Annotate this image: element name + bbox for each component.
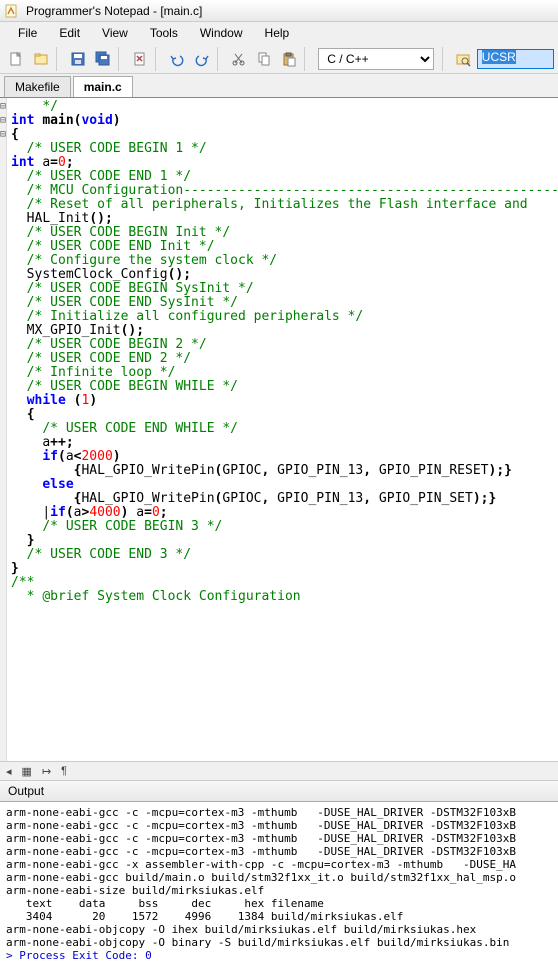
code-line[interactable]: /* USER CODE BEGIN Init */ [11,226,558,240]
copy-button[interactable] [252,47,275,71]
menu-tools[interactable]: Tools [140,24,188,42]
output-line: arm-none-eabi-gcc -c -mcpu=cortex-m3 -mt… [6,819,552,832]
menu-view[interactable]: View [92,24,138,42]
code-line[interactable]: else [11,478,558,492]
code-line[interactable]: int main(void) [11,114,558,128]
redo-button[interactable] [190,47,213,71]
window-title: Programmer's Notepad - [main.c] [26,4,202,18]
code-line[interactable]: */ [11,100,558,114]
code-line[interactable]: MX_GPIO_Init(); [11,324,558,338]
cut-button[interactable] [227,47,250,71]
code-line[interactable]: SystemClock_Config(); [11,268,558,282]
menu-help[interactable]: Help [255,24,300,42]
separator [155,47,161,71]
code-line[interactable]: { [11,408,558,422]
fold-gutter[interactable]: ⊟⊟⊟ [0,98,7,761]
code-line[interactable]: /* USER CODE END 2 */ [11,352,558,366]
save-all-button[interactable] [91,47,114,71]
language-select[interactable]: C / C++ [318,48,434,70]
save-button[interactable] [66,47,89,71]
code-line[interactable]: } [11,562,558,576]
toolbar: C / C++ UCSR [0,44,558,74]
output-panel[interactable]: arm-none-eabi-gcc -c -mcpu=cortex-m3 -mt… [0,802,558,962]
output-line: arm-none-eabi-gcc build/main.o build/stm… [6,871,552,884]
code-line[interactable]: /* USER CODE END WHILE */ [11,422,558,436]
fold-marker[interactable]: ⊟ [0,114,6,128]
undo-button[interactable] [165,47,188,71]
code-line[interactable]: {HAL_GPIO_WritePin(GPIOC, GPIO_PIN_13, G… [11,492,558,506]
code-line[interactable]: /* USER CODE BEGIN 2 */ [11,338,558,352]
editor-statusbar: ◂ ▦ ↦ ¶ [0,761,558,781]
code-line[interactable]: a++; [11,436,558,450]
new-project-button[interactable] [29,47,52,71]
titlebar: Programmer's Notepad - [main.c] [0,0,558,22]
separator [442,47,448,71]
separator [304,47,310,71]
editor[interactable]: ⊟⊟⊟ */int main(void){ /* USER CODE BEGIN… [0,98,558,761]
code-line[interactable]: /* USER CODE END SysInit */ [11,296,558,310]
fold-marker[interactable]: ⊟ [0,128,6,142]
output-line: arm-none-eabi-size build/mirksiukas.elf [6,884,552,897]
output-line: arm-none-eabi-gcc -x assembler-with-cpp … [6,858,552,871]
code-line[interactable]: int a=0; [11,156,558,170]
separator [56,47,62,71]
code-line[interactable]: } [11,534,558,548]
search-input[interactable]: UCSR [477,49,554,69]
output-line: 3404 20 1572 4996 1384 build/mirksiukas.… [6,910,552,923]
code-line[interactable]: {HAL_GPIO_WritePin(GPIOC, GPIO_PIN_13, G… [11,464,558,478]
find-folder-button[interactable] [452,47,475,71]
menubar: FileEditViewToolsWindowHelp [0,22,558,44]
output-status-line: > Process Exit Code: 0 [6,949,552,962]
code-line[interactable]: /* USER CODE BEGIN 1 */ [11,142,558,156]
statusbar-icon[interactable]: ◂ [6,765,12,778]
code-line[interactable]: /* USER CODE END Init */ [11,240,558,254]
statusbar-icon[interactable]: ↦ [42,765,51,778]
statusbar-icon[interactable]: ▦ [22,765,32,778]
separator [217,47,223,71]
close-file-button[interactable] [128,47,151,71]
code-line[interactable]: /* Reset of all peripherals, Initializes… [11,198,558,212]
paste-button[interactable] [277,47,300,71]
tab-main-c[interactable]: main.c [73,76,133,97]
code-line[interactable]: /* USER CODE BEGIN WHILE */ [11,380,558,394]
output-panel-header[interactable]: Output [0,781,558,802]
fold-marker[interactable]: ⊟ [0,100,6,114]
code-line[interactable]: HAL_Init(); [11,212,558,226]
statusbar-icon[interactable]: ¶ [61,765,67,777]
menu-edit[interactable]: Edit [49,24,90,42]
menu-file[interactable]: File [8,24,47,42]
output-line: arm-none-eabi-objcopy -O binary -S build… [6,936,552,949]
tab-makefile[interactable]: Makefile [4,76,71,97]
output-line: text data bss dec hex filename [6,897,552,910]
output-line: arm-none-eabi-gcc -c -mcpu=cortex-m3 -mt… [6,806,552,819]
tab-strip: Makefilemain.c [0,74,558,98]
new-file-button[interactable] [4,47,27,71]
code-line[interactable]: /* MCU Configuration--------------------… [11,184,558,198]
code-line[interactable]: /* USER CODE END 1 */ [11,170,558,184]
output-line: arm-none-eabi-gcc -c -mcpu=cortex-m3 -mt… [6,832,552,845]
code-line[interactable]: /* USER CODE BEGIN SysInit */ [11,282,558,296]
menu-window[interactable]: Window [190,24,253,42]
code-line[interactable]: while (1) [11,394,558,408]
code-line[interactable]: /* Configure the system clock */ [11,254,558,268]
code-line[interactable]: /** [11,576,558,590]
code-line[interactable]: if(a<2000) [11,450,558,464]
output-line: arm-none-eabi-objcopy -O ihex build/mirk… [6,923,552,936]
code-line[interactable]: * @brief System Clock Configuration [11,590,558,604]
separator [118,47,124,71]
code-line[interactable]: { [11,128,558,142]
code-line[interactable]: /* USER CODE BEGIN 3 */ [11,520,558,534]
output-line: arm-none-eabi-gcc -c -mcpu=cortex-m3 -mt… [6,845,552,858]
code-line[interactable]: /* Initialize all configured peripherals… [11,310,558,324]
code-line[interactable]: /* USER CODE END 3 */ [11,548,558,562]
code-area[interactable]: */int main(void){ /* USER CODE BEGIN 1 *… [7,98,558,761]
code-line[interactable]: |if(a>4000) a=0; [11,506,558,520]
app-icon [4,3,20,19]
code-line[interactable]: /* Infinite loop */ [11,366,558,380]
